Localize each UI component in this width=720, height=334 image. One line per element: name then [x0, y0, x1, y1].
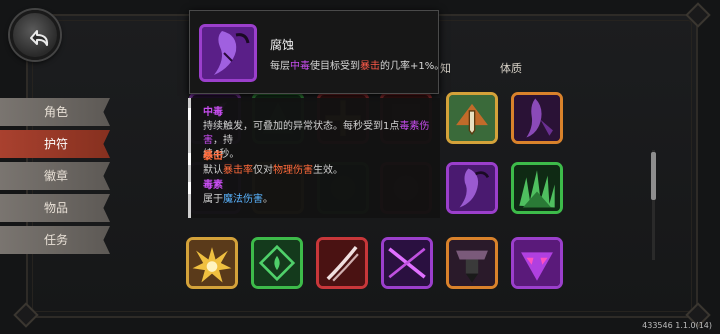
rune-charm-icon — [254, 240, 300, 286]
crossed-blades-charm-icon — [384, 240, 430, 286]
keyword-toxin: 毒素 属于魔法伤害。 — [203, 180, 273, 205]
claw-charm-icon — [514, 95, 560, 141]
claw-charm-icon — [449, 165, 495, 211]
nav-item-badges[interactable]: 徽章 — [0, 162, 110, 190]
grass-burst-charm-icon — [514, 165, 560, 211]
charm-slot[interactable] — [251, 237, 303, 289]
slash-charm-icon — [319, 240, 365, 286]
charm-slot-corrosion[interactable] — [446, 162, 498, 214]
charm-slot[interactable] — [446, 92, 498, 144]
charm-slot[interactable] — [511, 162, 563, 214]
nav-item-quests[interactable]: 任务 — [0, 226, 110, 254]
column-header-body: 体质 — [500, 62, 522, 75]
charm-slot[interactable] — [511, 237, 563, 289]
charm-slot[interactable] — [446, 237, 498, 289]
keyword-details-panel: 中毒 持续触发，可叠加的异常状态。每秒受到1点毒素伤害，持 续4秒。 暴击 默认… — [188, 98, 440, 218]
charm-tooltip: 腐蚀 每层中毒使目标受到暴击的几率+1%。 — [189, 10, 444, 94]
tooltip-description: 每层中毒使目标受到暴击的几率+1%。 — [270, 61, 445, 72]
drill-charm-icon — [449, 240, 495, 286]
corrosion-charm-icon — [199, 24, 257, 82]
charm-slot[interactable] — [186, 237, 238, 289]
tooltip-title: 腐蚀 — [270, 38, 295, 52]
back-arrow-icon — [30, 30, 49, 46]
mask-charm-icon — [514, 240, 560, 286]
charm-slot[interactable] — [381, 237, 433, 289]
arrow-charm-icon — [449, 95, 495, 141]
nav-item-character[interactable]: 角色 — [0, 98, 110, 126]
scrollbar-thumb[interactable] — [651, 152, 656, 200]
category-nav: 角色 护符 徽章 物品 任务 — [0, 98, 110, 258]
nav-item-items[interactable]: 物品 — [0, 194, 110, 222]
back-button[interactable] — [10, 10, 60, 60]
keyword-crit: 暴击 默认暴击率仅对物理伤害生效。 — [203, 151, 343, 176]
explosion-charm-icon — [189, 240, 235, 286]
charm-slot[interactable] — [511, 92, 563, 144]
charm-slot[interactable] — [316, 237, 368, 289]
version-label: 433546 1.1.0(14) — [642, 321, 712, 330]
nav-item-charms[interactable]: 护符 — [0, 130, 110, 158]
